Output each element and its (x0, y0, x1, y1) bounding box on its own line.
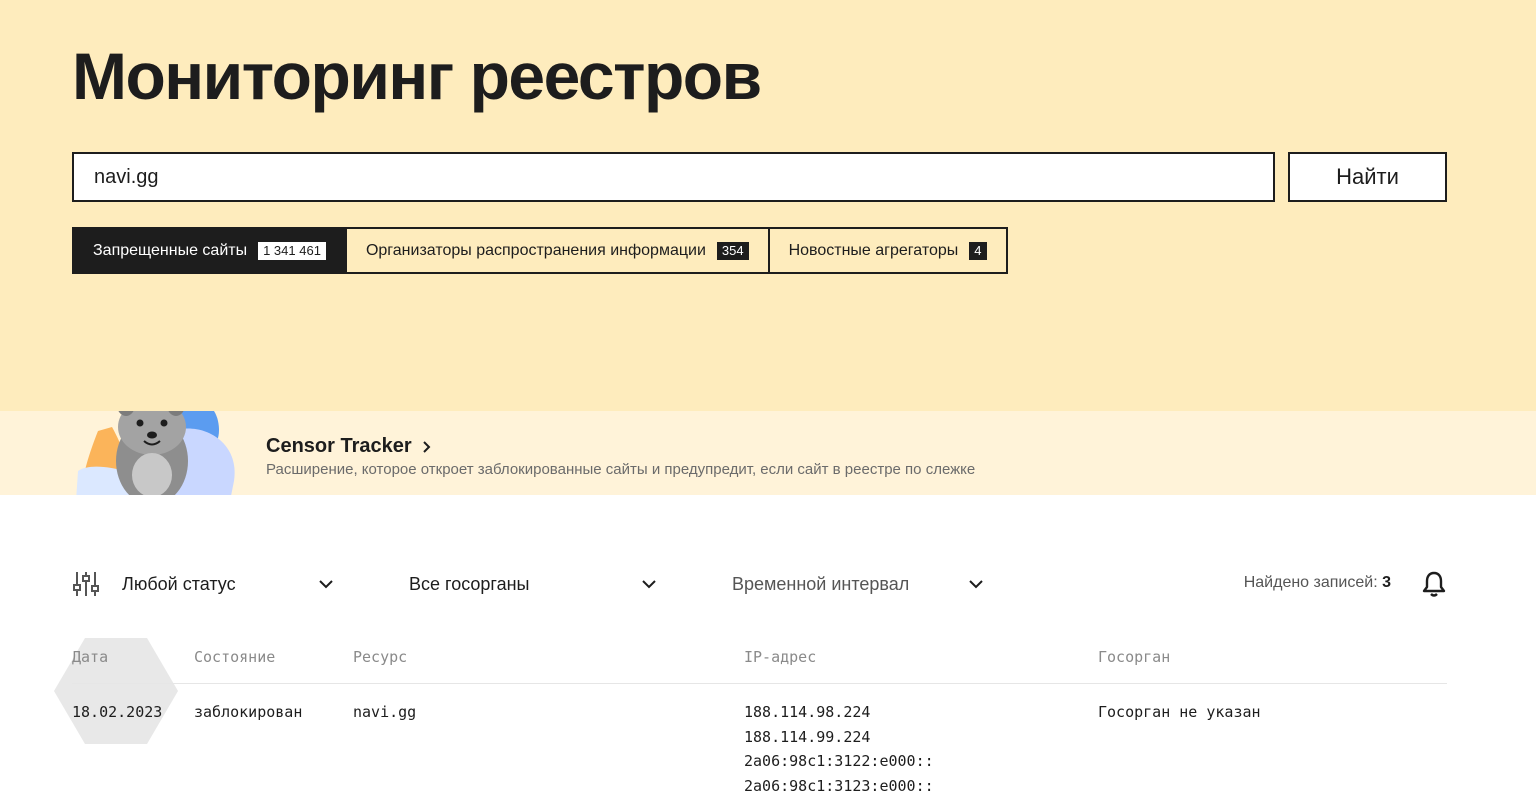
search-button[interactable]: Найти (1288, 152, 1447, 202)
tab-label: Запрещенные сайты (93, 241, 248, 259)
page-title: Мониторинг реестров (72, 39, 762, 113)
tab-count-badge: 1 341 461 (258, 241, 326, 260)
promo-description: Расширение, которое откроет заблокирован… (266, 461, 976, 478)
censor-tracker-link[interactable]: Censor Tracker (266, 435, 432, 458)
promo-title: Censor Tracker (266, 435, 412, 457)
quokka-mascot-illustration (76, 411, 235, 495)
interval-select-value: Временной интервал (732, 573, 910, 594)
tab-label: Новостные агрегаторы (788, 241, 959, 259)
tab-count-badge: 4 (969, 241, 987, 260)
records-found: Найдено записей: 3 (1244, 574, 1391, 592)
column-header-authority[interactable]: Госорган (1098, 648, 1170, 666)
tab-count-badge: 354 (716, 241, 749, 260)
status-select-value: Любой статус (122, 573, 236, 594)
interval-select[interactable]: Временной интервал (732, 570, 984, 598)
table-header-divider (72, 683, 1447, 684)
chevron-down-icon (319, 580, 333, 589)
sliders-icon[interactable] (72, 570, 100, 598)
records-found-label: Найдено записей: (1243, 574, 1378, 591)
column-header-resource[interactable]: Ресурс (353, 648, 407, 666)
chevron-down-icon (969, 580, 983, 589)
cell-authority: Госорган не указан (1098, 703, 1261, 721)
records-found-count: 3 (1382, 574, 1391, 591)
authority-select[interactable]: Все госорганы (409, 570, 657, 598)
bell-icon[interactable] (1421, 570, 1447, 598)
tab-banned-sites[interactable]: Запрещенные сайты 1 341 461 (74, 229, 347, 272)
cell-date: 18.02.2023 (72, 703, 163, 721)
ip-address: 2a06:98c1:3123:e000:: (744, 776, 934, 795)
status-select[interactable]: Любой статус (122, 570, 334, 598)
ip-address: 2a06:98c1:3122:e000:: (744, 752, 934, 770)
column-header-state[interactable]: Состояние (194, 648, 275, 666)
authority-select-value: Все госорганы (409, 573, 530, 594)
column-header-date[interactable]: Дата (72, 648, 108, 666)
chevron-right-icon (422, 440, 431, 453)
cell-state: заблокирован (194, 703, 303, 721)
chevron-down-icon (642, 580, 656, 589)
promo-banner: Censor Tracker Расширение, которое откро… (0, 411, 1536, 495)
column-header-ip[interactable]: IP-адрес (744, 648, 816, 666)
tab-info-distributors[interactable]: Организаторы распространения информации … (347, 229, 770, 272)
registry-tabs: Запрещенные сайты 1 341 461 Организаторы… (72, 227, 1008, 274)
cell-ip-addresses: 188.114.98.224 188.114.99.224 2a06:98c1:… (744, 700, 934, 798)
ip-address: 188.114.98.224 (744, 703, 871, 721)
search-input[interactable] (72, 152, 1275, 202)
hero-section: Мониторинг реестров Найти Запрещенные са… (0, 0, 1536, 411)
tab-label: Организаторы распространения информации (365, 241, 706, 259)
ip-address: 188.114.99.224 (744, 727, 871, 746)
tab-news-aggregators[interactable]: Новостные агрегаторы 4 (770, 229, 1006, 272)
cell-resource: navi.gg (353, 703, 417, 721)
filters-bar: Любой статус Все госорганы Временной инт… (72, 560, 1447, 608)
